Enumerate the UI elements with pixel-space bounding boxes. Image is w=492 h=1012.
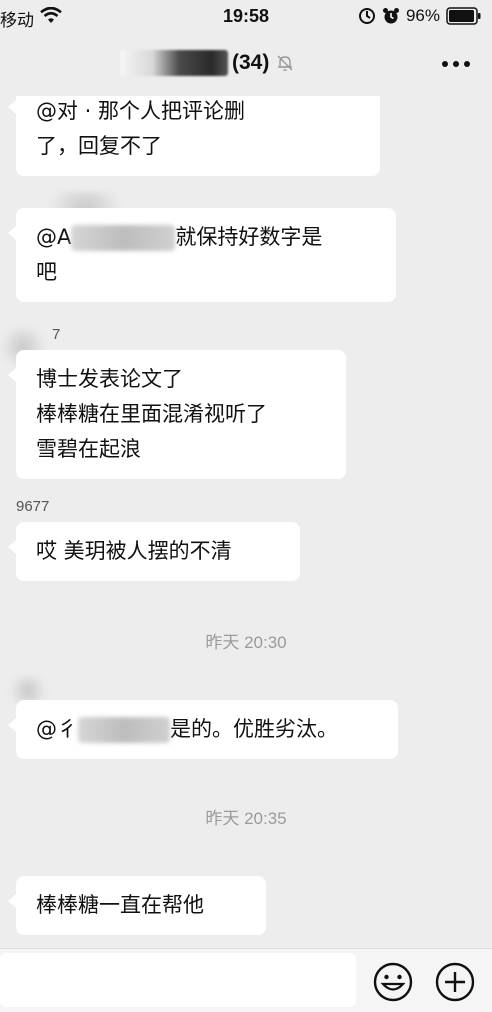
emoji-icon[interactable] (372, 961, 414, 1003)
message-bubble[interactable]: @彳 是的。优胜劣汰。 (8, 700, 398, 759)
redacted-mention (71, 225, 176, 251)
input-bar (0, 948, 492, 1012)
timestamp: 昨天 20:30 (205, 633, 287, 652)
member-count: (34) (232, 51, 270, 74)
mention: @彳 (36, 717, 78, 741)
location-icon (358, 8, 375, 24)
message-bubble[interactable]: @A 就保持好数字是 吧 (8, 208, 396, 302)
chat-title[interactable]: (34) (120, 50, 295, 76)
battery-icon (446, 7, 481, 25)
more-dots-icon[interactable] (440, 54, 472, 74)
message-text: 是的。优胜劣汰。 (170, 717, 338, 741)
battery-percent: 96% (405, 6, 440, 25)
redacted-group-name (120, 50, 228, 76)
message-line: 雪碧在起浪 (36, 437, 141, 461)
mention: @A (36, 225, 72, 249)
mute-bell-icon (277, 55, 293, 71)
status-bar: 移动 19:58 96% (0, 0, 492, 34)
plus-icon[interactable] (434, 961, 476, 1003)
message-bubble[interactable]: 博士发表论文了 棒棒糖在里面混淆视听了 雪碧在起浪 (8, 350, 346, 479)
message-line: 棒棒糖在里面混淆视听了 (36, 402, 267, 426)
sender-name: 7 (52, 326, 61, 343)
message-line: 博士发表论文了 (36, 367, 183, 391)
sender-name: 9677 (16, 498, 50, 515)
redacted-mention (78, 717, 170, 743)
message-line: 吧 (36, 260, 57, 284)
message-bubble[interactable]: 哎 美玥被人摆的不清 (8, 522, 300, 581)
message-line: @A 就保持好数字是 (36, 220, 378, 255)
timestamp: 昨天 20:35 (205, 809, 287, 828)
message-input[interactable] (0, 953, 356, 1007)
alarm-icon (382, 8, 399, 24)
message-line: 了，回复不了 (36, 134, 162, 158)
message-line: @彳 是的。优胜劣汰。 (36, 712, 380, 747)
message-bubble[interactable]: 棒棒糖一直在帮他 (8, 876, 266, 935)
message-line: 哎 美玥被人摆的不清 (36, 539, 232, 563)
message-line: 棒棒糖一直在帮他 (36, 893, 204, 917)
status-indicators: 96% (358, 5, 482, 27)
message-line: @对 · 那个人把评论删 (36, 99, 246, 123)
message-bubble[interactable]: @对 · 那个人把评论删 了，回复不了 (8, 96, 380, 176)
message-text: 就保持好数字是 (175, 225, 323, 249)
nav-bar: (34) (0, 34, 492, 96)
chat-messages[interactable]: @对 · 那个人把评论删 了，回复不了 @A 就保持好数字是 吧 7 博士发表论文… (0, 96, 492, 948)
